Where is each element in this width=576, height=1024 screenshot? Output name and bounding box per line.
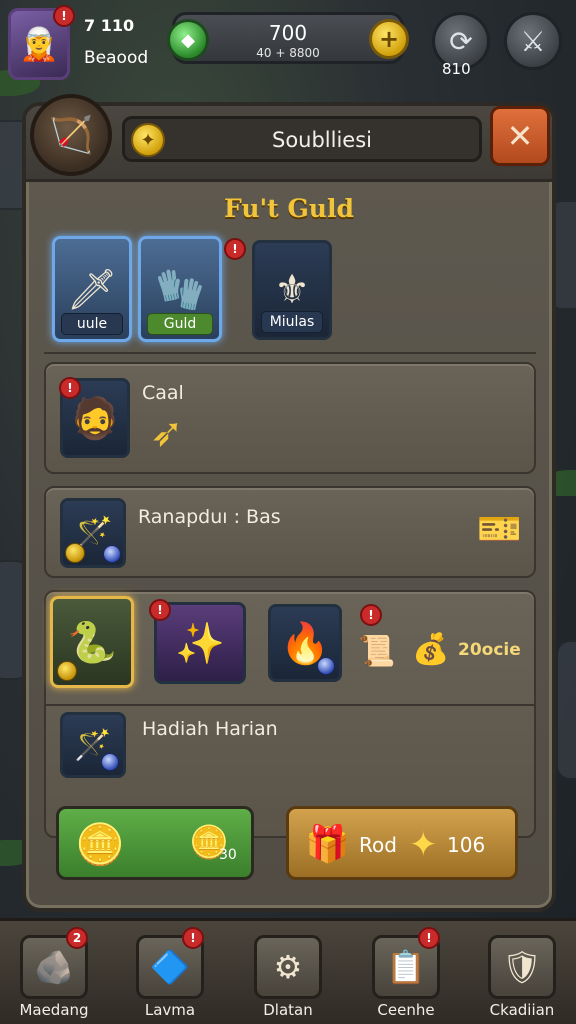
coin-icon: ✦ bbox=[131, 123, 165, 157]
avatar-notification-badge: ! bbox=[53, 5, 75, 27]
reward-row-3: 🐍 ✨ ! 🔥 ! 📜 💰 20ocie 🪄 Hadiah Harian bbox=[44, 590, 536, 838]
hero-icon: 🧔 bbox=[70, 395, 120, 442]
nav-item-dlatan[interactable]: ⚙ Dlatan bbox=[246, 931, 330, 1023]
item-slot-2-label: Guld bbox=[147, 313, 213, 335]
item-slot-3-label: Miulas bbox=[261, 311, 323, 333]
cannon-icon: 🐍 bbox=[67, 619, 117, 666]
bow-emblem-icon: 🏹 bbox=[30, 94, 112, 176]
item-slot-5[interactable]: ✨ ! bbox=[149, 599, 246, 684]
battle-button[interactable]: ⚔ bbox=[504, 12, 562, 70]
item-slot-1-label: uule bbox=[61, 313, 123, 335]
green-button-count: 30 bbox=[219, 847, 237, 863]
shield-icon: 🛡 bbox=[488, 935, 556, 999]
gold-button-value: 106 bbox=[447, 833, 486, 857]
coin-icon bbox=[65, 543, 85, 563]
player-avatar[interactable]: 🧝 ! bbox=[8, 5, 75, 80]
hero-avatar-icon: 🧝 bbox=[19, 25, 59, 63]
ticket-icon[interactable]: 🎫 bbox=[477, 508, 522, 550]
nav-item-ceenhe[interactable]: 📋 ! Ceenhe bbox=[364, 927, 448, 1023]
gear-icon: ⚙ bbox=[254, 935, 322, 999]
reward-row-2-text: Ranapduı : Bas bbox=[138, 506, 281, 528]
magic-cannon-icon: ✨ bbox=[175, 620, 225, 667]
title-bar: ✦ Soublliesi bbox=[122, 116, 482, 162]
top-hud: 🧝 ! 7 110 Beaood ◆ 700 40 + 8800 + ⟳ 810… bbox=[0, 0, 576, 92]
item-alert-badge: ! bbox=[360, 604, 382, 626]
nav-label-4: Ceenhe bbox=[377, 1001, 435, 1019]
item-slot-1[interactable]: 🗡 uule bbox=[52, 236, 132, 342]
item-slot-7[interactable]: 🪄 bbox=[60, 712, 126, 778]
slot-alert-badge: ! bbox=[224, 238, 246, 260]
nav-badge-4: ! bbox=[418, 927, 440, 949]
star-icon: ✦ bbox=[409, 825, 438, 865]
item-slot-2[interactable]: 🧤 Guld bbox=[138, 236, 222, 342]
artifact-icon: ⚜ bbox=[274, 267, 310, 313]
plus-icon: + bbox=[378, 25, 400, 53]
nav-label-5: Ckadiian bbox=[489, 1001, 555, 1019]
player-level: 7 110 bbox=[84, 16, 135, 35]
claim-green-button[interactable]: 🪙 🪙 30 bbox=[56, 806, 254, 880]
item-slot-4[interactable]: 🐍 bbox=[50, 596, 134, 688]
chest-icon: 🎁 bbox=[305, 824, 350, 865]
nav-badge-1: 2 bbox=[66, 927, 88, 949]
divider bbox=[46, 704, 534, 706]
close-button[interactable]: ✕ bbox=[490, 106, 550, 166]
section-title: Fu't Guld bbox=[224, 194, 354, 223]
bow-icon: ➶ bbox=[150, 410, 184, 456]
add-resource-button[interactable]: + bbox=[369, 19, 409, 59]
nav-label-3: Dlatan bbox=[263, 1001, 313, 1019]
close-icon: ✕ bbox=[506, 117, 534, 155]
divider bbox=[44, 352, 536, 354]
gold-pile-icon: 💰 bbox=[412, 632, 450, 667]
resource-bar: ◆ 700 40 + 8800 + bbox=[167, 12, 409, 64]
reward-count: 20ocie bbox=[458, 640, 521, 660]
nav-item-ckadiian[interactable]: 🛡 Ckadiian bbox=[480, 931, 564, 1023]
player-name: Beaood bbox=[84, 48, 149, 68]
reward-row-1-text: Caal bbox=[142, 382, 184, 404]
resource-amount: 700 bbox=[268, 21, 308, 45]
coin-icon bbox=[57, 661, 77, 681]
claim-gold-button[interactable]: 🎁 Rod ✦ 106 bbox=[286, 806, 518, 880]
orb-icon bbox=[101, 753, 119, 771]
item-slot-6[interactable]: 🔥 bbox=[268, 604, 342, 682]
panel-header: 🏹 ✦ Soublliesi ✕ bbox=[26, 94, 552, 182]
scroll-icon: 📜 bbox=[358, 634, 396, 669]
gold-button-label: Rod bbox=[359, 833, 397, 857]
sword-icon: ⚔ bbox=[520, 24, 546, 58]
reward-row-1[interactable]: 🧔 ! Caal ➶ bbox=[44, 362, 536, 474]
guild-panel: 🏹 ✦ Soublliesi ✕ Fu't Guld 🗡 uule 🧤 Guld… bbox=[22, 94, 556, 912]
nav-item-lavma[interactable]: 🔷 ! Lavma bbox=[128, 927, 212, 1023]
nav-label-2: Lavma bbox=[144, 1001, 196, 1019]
bottom-nav: 🪨 2 Maedang 🔷 ! Lavma ⚙ Dlatan 📋 ! Ceenh… bbox=[0, 918, 576, 1024]
hero-slot: 🧔 ! bbox=[59, 377, 130, 458]
staff-slot: 🪄 bbox=[60, 498, 126, 568]
item-slot-5-badge: ! bbox=[149, 599, 171, 621]
swap-icon: ⟳ bbox=[449, 24, 473, 58]
gold-coin-icon: 🪙 bbox=[75, 822, 125, 868]
daily-reward-label: Hadiah Harian bbox=[142, 718, 278, 740]
item-slot-3[interactable]: ⚜ Miulas bbox=[252, 240, 332, 340]
nav-item-maedang[interactable]: 🪨 2 Maedang bbox=[12, 927, 96, 1023]
reward-row-2[interactable]: 🪄 Ranapduı : Bas 🎫 bbox=[44, 486, 536, 578]
swap-count: 810 bbox=[442, 60, 471, 78]
panel-title: Soublliesi bbox=[271, 128, 373, 152]
orb-icon bbox=[103, 545, 121, 563]
nav-badge-2: ! bbox=[182, 927, 204, 949]
resource-sub-amount: 40 + 8800 bbox=[256, 46, 320, 60]
hero-badge: ! bbox=[59, 377, 81, 399]
gauntlet-icon: 🧤 bbox=[155, 266, 205, 313]
nav-label-1: Maedang bbox=[19, 1001, 89, 1019]
orb-icon bbox=[317, 657, 335, 675]
weapon-icon: 🗡 bbox=[66, 266, 118, 313]
